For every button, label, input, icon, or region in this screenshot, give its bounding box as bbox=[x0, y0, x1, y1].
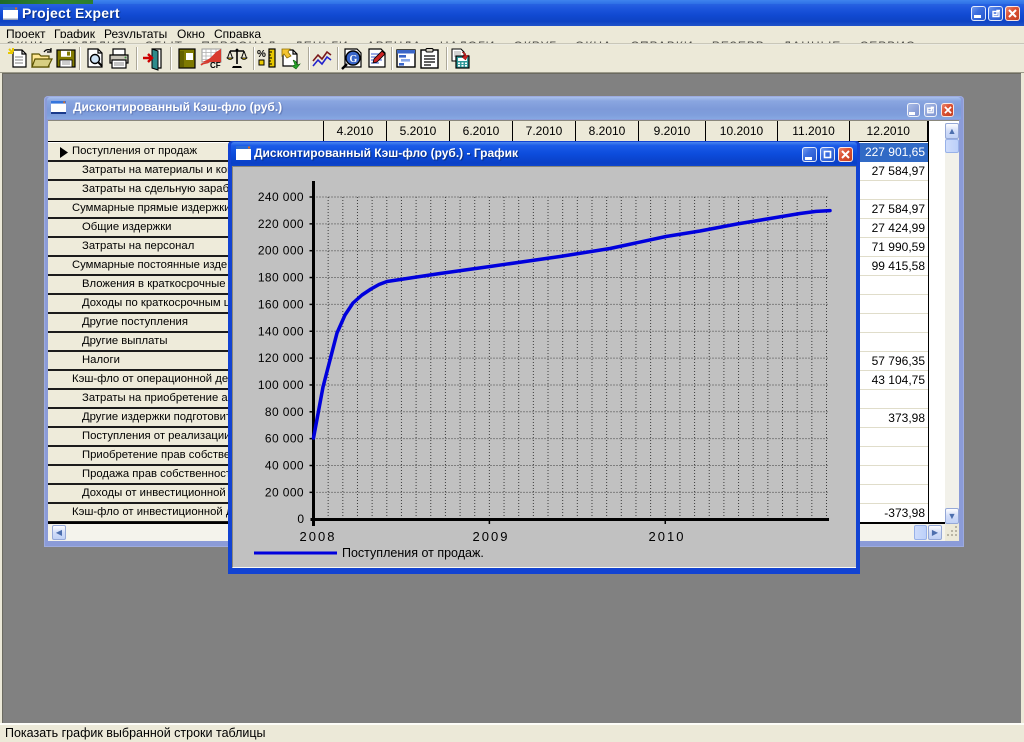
svg-text:G: G bbox=[350, 54, 358, 65]
svg-text:200 000: 200 000 bbox=[258, 244, 304, 258]
svg-text:2010: 2010 bbox=[649, 529, 686, 544]
svg-text:80 000: 80 000 bbox=[265, 405, 304, 419]
svg-text:Поступления от продаж.: Поступления от продаж. bbox=[342, 546, 484, 560]
svg-text:220 000: 220 000 bbox=[258, 217, 304, 231]
svg-text:160 000: 160 000 bbox=[258, 297, 304, 311]
svg-text:60 000: 60 000 bbox=[265, 432, 304, 446]
svg-text:%: % bbox=[257, 49, 266, 60]
svg-text:CF: CF bbox=[210, 61, 221, 70]
svg-text:2009: 2009 bbox=[473, 529, 510, 544]
svg-text:180 000: 180 000 bbox=[258, 271, 304, 285]
svg-text:240 000: 240 000 bbox=[258, 190, 304, 204]
svg-text:2008: 2008 bbox=[300, 529, 337, 544]
svg-text:140 000: 140 000 bbox=[258, 324, 304, 338]
svg-text:120 000: 120 000 bbox=[258, 351, 304, 365]
svg-text:20 000: 20 000 bbox=[265, 485, 304, 499]
svg-text:40 000: 40 000 bbox=[265, 459, 304, 473]
svg-text:0: 0 bbox=[297, 512, 304, 526]
svg-text:100 000: 100 000 bbox=[258, 378, 304, 392]
